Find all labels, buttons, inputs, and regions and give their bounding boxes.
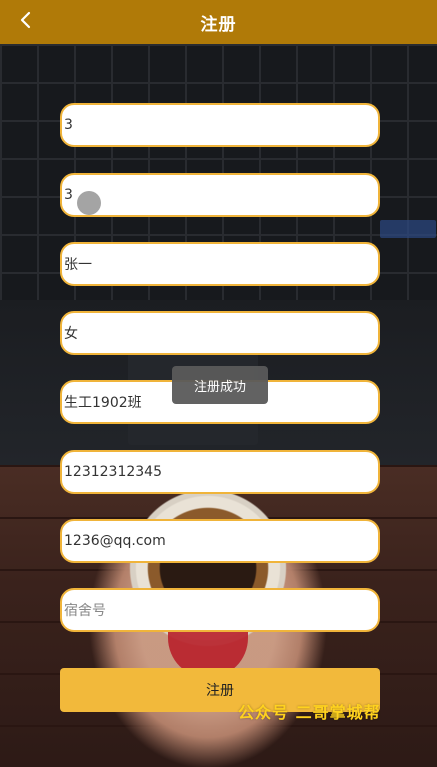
- email-field[interactable]: 1236@qq.com: [60, 519, 380, 563]
- phone-field[interactable]: 12312312345: [60, 450, 380, 494]
- back-button[interactable]: [10, 6, 42, 38]
- name-field[interactable]: 张一: [60, 242, 380, 286]
- username-value: 3: [64, 117, 73, 133]
- gender-value: 女: [64, 326, 78, 342]
- dorm-number-placeholder: 宿舍号: [64, 603, 106, 619]
- dorm-number-field[interactable]: 宿舍号: [60, 588, 380, 632]
- touch-indicator: [77, 191, 101, 215]
- watermark-text: 公众号 二哥掌城帮: [238, 703, 381, 722]
- phone-value: 12312312345: [64, 464, 162, 480]
- name-value: 张一: [64, 257, 92, 273]
- password-value: 3: [64, 187, 73, 203]
- keyboard-key-highlight: [380, 220, 436, 238]
- password-field[interactable]: 3: [60, 173, 380, 217]
- class-value: 生工1902班: [64, 395, 142, 411]
- success-toast: 注册成功: [172, 366, 268, 404]
- username-field[interactable]: 3: [60, 103, 380, 147]
- register-button-label: 注册: [206, 683, 234, 699]
- page-title: 注册: [200, 14, 237, 35]
- chevron-left-icon: [17, 11, 35, 33]
- app-header: 注册: [0, 0, 437, 44]
- email-value: 1236@qq.com: [64, 533, 166, 549]
- gender-field[interactable]: 女: [60, 311, 380, 355]
